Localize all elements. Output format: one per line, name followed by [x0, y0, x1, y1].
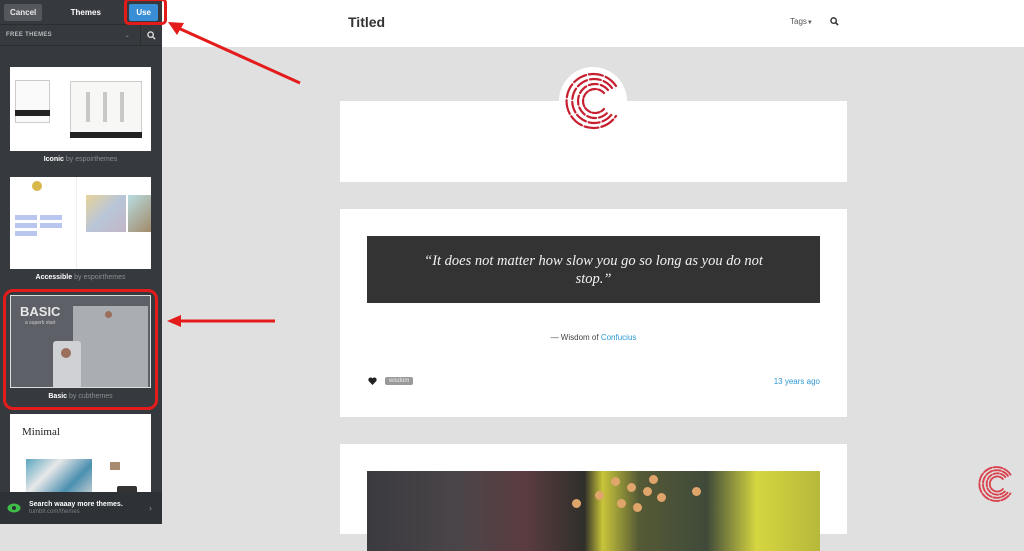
post-timestamp[interactable]: 13 years ago — [774, 377, 820, 386]
theme-author: espoirthemes — [83, 274, 126, 281]
chevron-down-icon[interactable]: ⌄ — [124, 31, 140, 39]
annotation-arrow-use — [168, 22, 301, 85]
theme-card-iconic[interactable]: Iconic by espoirthemes — [10, 67, 151, 163]
search-button[interactable] — [140, 24, 162, 46]
photo-post — [340, 444, 847, 551]
promo-subtitle: tumblr.com/themes — [29, 509, 80, 515]
post-photo[interactable] — [367, 471, 820, 551]
more-themes-promo[interactable]: Search waaay more themes. tumblr.com/the… — [0, 492, 162, 524]
filter-dropdown[interactable]: FREE THEMES — [0, 32, 124, 38]
theme-thumbnail: Minimal — [10, 414, 151, 504]
blog-title[interactable]: Titled — [348, 14, 385, 30]
quote-post: “It does not matter how slow you go so l… — [340, 209, 847, 417]
theme-card-minimal[interactable]: Minimal — [10, 414, 151, 504]
search-icon — [147, 30, 156, 40]
tag-pill[interactable]: wisdom — [385, 377, 414, 385]
sidebar-title: Themes — [70, 7, 101, 17]
search-icon[interactable] — [830, 17, 839, 26]
annotation-highlight-basic — [3, 289, 158, 410]
heart-icon[interactable] — [368, 377, 377, 385]
source-link[interactable]: Confucius — [601, 333, 637, 342]
caret-down-icon: ▼ — [806, 20, 813, 26]
theme-name: Accessible — [35, 274, 73, 281]
theme-sidebar: Cancel Themes Use FREE THEMES ⌄ Iconic b… — [0, 0, 162, 524]
post-footer: wisdom — [368, 377, 414, 385]
tags-dropdown[interactable]: Tags▼ — [790, 17, 813, 26]
theme-card-accessible[interactable]: Accessible by espoirthemes — [10, 177, 151, 281]
theme-name: Iconic — [43, 156, 64, 163]
blog-avatar-logo-icon[interactable] — [558, 66, 628, 136]
chevron-right-icon: › — [149, 503, 152, 513]
cancel-button[interactable]: Cancel — [4, 3, 43, 21]
watermark-logo-icon — [978, 466, 1012, 502]
theme-thumbnail — [10, 67, 151, 151]
quote-text: “It does not matter how slow you go so l… — [367, 236, 820, 303]
promo-title: Search waaay more themes. — [29, 501, 123, 508]
annotation-arrow-basic — [167, 315, 275, 327]
theme-author: espoirthemes — [75, 156, 118, 163]
theme-filter: FREE THEMES ⌄ — [0, 24, 162, 46]
quote-attribution: — Wisdom of Confucius — [550, 333, 637, 342]
eye-icon — [7, 503, 21, 513]
theme-thumbnail — [10, 177, 151, 269]
